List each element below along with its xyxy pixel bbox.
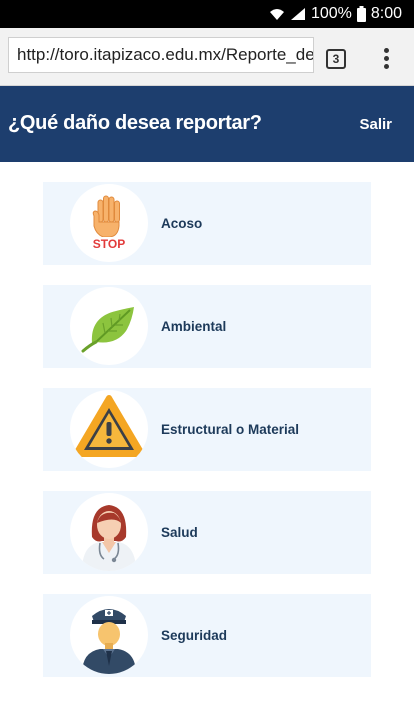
url-bar[interactable]: http://toro.itapizaco.edu.mx/Reporte_de	[8, 37, 314, 73]
category-card-ambiental[interactable]: Ambiental	[43, 285, 371, 368]
logout-button[interactable]: Salir	[359, 116, 392, 133]
menu-dot-icon	[383, 48, 389, 53]
browser-menu-button[interactable]	[378, 48, 394, 72]
category-card-salud[interactable]: Salud	[43, 491, 371, 574]
category-label: Acoso	[161, 216, 203, 231]
category-label: Salud	[161, 525, 198, 540]
security-guard-icon	[70, 596, 148, 674]
category-card-seguridad[interactable]: Seguridad	[43, 594, 371, 677]
menu-dot-icon	[383, 64, 389, 69]
browser-toolbar: http://toro.itapizaco.edu.mx/Reporte_de …	[0, 28, 414, 86]
svg-text:STOP: STOP	[93, 237, 125, 251]
warning-triangle-icon	[70, 390, 148, 468]
battery-icon	[356, 6, 366, 22]
menu-dot-icon	[383, 56, 389, 61]
wifi-icon	[269, 9, 284, 20]
clock: 8:00	[370, 5, 402, 22]
category-label: Estructural o Material	[161, 422, 300, 437]
signal-icon	[290, 8, 305, 20]
page-title: ¿Qué daño desea reportar?	[8, 112, 262, 134]
status-bar: 100% 8:00	[0, 0, 414, 28]
battery-percent: 100%	[310, 5, 352, 22]
leaf-icon	[70, 287, 148, 365]
category-label: Ambiental	[161, 319, 227, 334]
app-header: ¿Qué daño desea reportar? Salir	[0, 86, 414, 162]
stop-hand-icon: STOP	[70, 184, 148, 262]
tab-switcher-button[interactable]: 3	[326, 49, 346, 69]
doctor-icon	[70, 493, 148, 571]
category-card-acoso[interactable]: STOP Acoso	[43, 182, 371, 265]
category-card-estructural[interactable]: Estructural o Material	[43, 388, 371, 471]
category-label: Seguridad	[161, 628, 228, 643]
